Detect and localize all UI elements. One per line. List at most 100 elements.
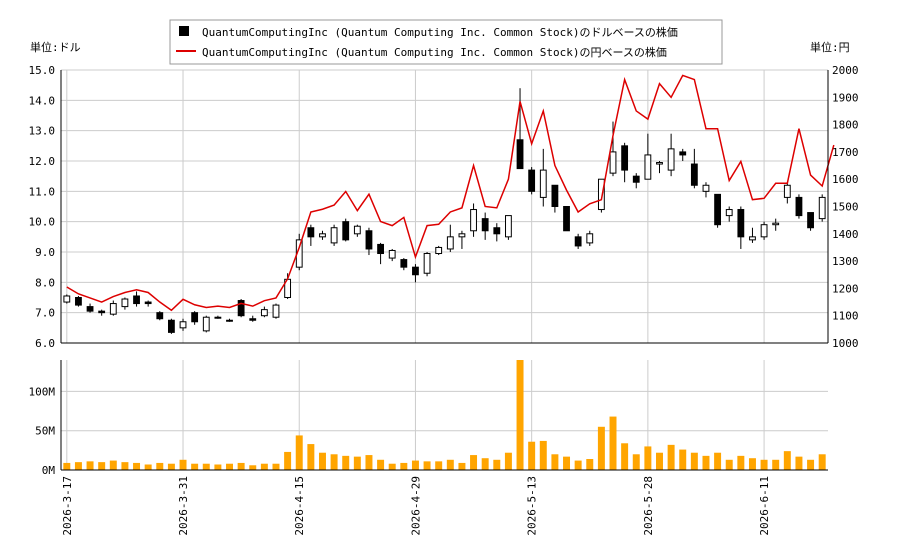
candle-body xyxy=(563,206,570,232)
candle-body xyxy=(818,196,826,220)
x-tick-label: 2026-5-28 xyxy=(642,476,655,536)
left-tick-label: 9.0 xyxy=(35,246,55,259)
candle-body xyxy=(435,246,443,255)
candle-body xyxy=(63,295,71,303)
left-tick-label: 12.0 xyxy=(29,155,56,168)
right-tick-label: 1800 xyxy=(832,119,859,132)
volume-tick-label: 50M xyxy=(35,425,55,438)
right-tick-label: 1200 xyxy=(832,282,859,295)
volume-bar xyxy=(574,460,582,470)
left-tick-label: 14.0 xyxy=(29,94,56,107)
candle-body xyxy=(714,193,722,226)
candle-body xyxy=(226,319,233,322)
volume-bar xyxy=(307,444,315,470)
candle-body xyxy=(342,221,350,241)
volume-bar xyxy=(551,454,559,470)
candle-body xyxy=(702,184,710,192)
volume-bar xyxy=(202,463,210,470)
volume-bar xyxy=(365,455,373,470)
candle-body xyxy=(470,209,477,232)
candle-body xyxy=(377,243,384,255)
volume-bar xyxy=(667,444,675,470)
x-tick-label: 2026-4-29 xyxy=(409,476,422,536)
volume-bar xyxy=(133,462,141,470)
volume-bar xyxy=(621,443,629,470)
volume-bar xyxy=(702,455,710,470)
candle-body xyxy=(609,151,617,174)
candle-body xyxy=(133,295,140,305)
volume-bar xyxy=(237,462,245,470)
left-tick-label: 11.0 xyxy=(29,185,56,198)
volume-bar xyxy=(760,459,768,470)
candle-body xyxy=(481,218,489,232)
candle-body xyxy=(528,169,536,192)
legend-candle-label: QuantumComputingInc (Quantum Computing I… xyxy=(202,25,678,39)
volume-bar xyxy=(121,462,129,470)
volume-bar xyxy=(400,462,408,470)
volume-bar xyxy=(249,465,257,470)
candle-body xyxy=(75,297,82,306)
x-tick-label: 2026-6-11 xyxy=(758,476,771,536)
x-tick-label: 2026-3-17 xyxy=(61,476,74,536)
candlesticks xyxy=(63,88,826,334)
right-tick-label: 1500 xyxy=(832,201,859,214)
candle-body xyxy=(632,175,640,183)
candle-body xyxy=(98,310,106,314)
volume-bar xyxy=(226,463,233,470)
candle-body xyxy=(725,209,733,217)
volume-bar xyxy=(377,459,385,470)
volume-bar xyxy=(783,451,791,470)
candle-body xyxy=(191,312,199,323)
candle-body xyxy=(690,163,698,186)
volume-bar xyxy=(318,452,326,470)
left-tick-label: 15.0 xyxy=(29,64,56,77)
volume-bar xyxy=(214,464,222,470)
candle-body xyxy=(679,151,687,156)
volume-bar xyxy=(516,360,524,470)
x-tick-label: 2026-5-13 xyxy=(526,476,539,536)
candle-body xyxy=(749,236,756,241)
volume-bar xyxy=(807,459,815,470)
candle-body xyxy=(144,301,152,305)
candle-body xyxy=(597,178,605,211)
candle-body xyxy=(412,266,419,276)
candle-body xyxy=(307,227,315,238)
candle-body xyxy=(249,318,257,321)
volume-bar xyxy=(795,456,803,470)
candle-body xyxy=(656,162,663,165)
volume-bar xyxy=(679,449,687,470)
volume-bar xyxy=(295,435,303,470)
candle-body xyxy=(795,196,803,217)
volume-bar xyxy=(644,446,652,470)
x-tick-label: 2026-4-15 xyxy=(293,476,306,536)
volume-bar xyxy=(563,456,571,470)
right-tick-label: 1000 xyxy=(832,337,859,350)
volume-bar xyxy=(528,441,536,470)
candle-body xyxy=(156,312,164,320)
candle-body xyxy=(737,209,745,238)
volume-bar xyxy=(737,455,745,470)
right-tick-label: 1100 xyxy=(832,310,859,323)
candle-body xyxy=(586,233,594,244)
left-tick-label: 10.0 xyxy=(29,216,56,229)
candle-body xyxy=(539,169,547,198)
candle-body xyxy=(365,230,373,250)
candle-body xyxy=(400,259,408,268)
candle-body xyxy=(493,227,501,235)
volume-bar xyxy=(748,458,756,470)
candle-body xyxy=(202,316,210,332)
grid xyxy=(61,69,828,471)
candle-body xyxy=(446,236,454,250)
volume-bar xyxy=(156,462,164,470)
volume-bar xyxy=(98,462,106,470)
volume-bar xyxy=(539,440,547,470)
volume-bar xyxy=(481,458,489,470)
legend-line-label: QuantumComputingInc (Quantum Computing I… xyxy=(202,45,667,59)
volume-bars xyxy=(63,360,826,470)
volume-bar xyxy=(353,456,361,470)
legend-candle-swatch xyxy=(179,26,189,36)
stock-chart: QuantumComputingInc (Quantum Computing I… xyxy=(29,19,859,536)
volume-bar xyxy=(586,459,594,470)
right-tick-label: 1900 xyxy=(832,91,859,104)
axes: 6.0 7.0 8.0 9.0 10.0 11.0 12.0 13.0 14.0 15.0 1000… xyxy=(29,64,859,536)
